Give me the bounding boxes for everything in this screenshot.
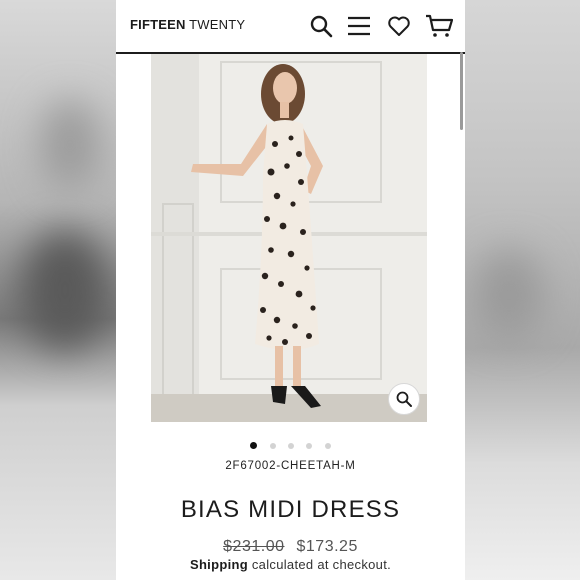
original-price: $231.00 xyxy=(223,538,285,555)
blurred-background-left xyxy=(0,0,116,580)
pagination-dot-3[interactable] xyxy=(288,443,294,449)
blurred-background-right xyxy=(464,0,580,580)
zoom-icon xyxy=(396,391,412,407)
product-price: $231.00 $173.25 xyxy=(116,538,465,556)
pagination-dot-4[interactable] xyxy=(306,443,313,449)
shipping-link[interactable]: Shipping xyxy=(190,557,248,572)
heart-icon[interactable] xyxy=(387,14,411,38)
pagination-dot-2[interactable] xyxy=(269,443,276,449)
product-title: BIAS MIDI DRESS xyxy=(180,496,401,523)
cart-icon[interactable] xyxy=(425,14,453,38)
logo-light-text: TWENTY xyxy=(189,17,246,32)
product-page: FIFTEEN TWENTY 2F67002-CHEETAH-M BIAS MI… xyxy=(116,0,465,580)
shipping-text: calculated at checkout. xyxy=(247,557,392,572)
pagination-dot-5[interactable] xyxy=(324,443,331,449)
sale-price: $173.25 xyxy=(296,538,358,555)
scrollbar[interactable] xyxy=(460,52,463,130)
logo-bold-text: FIFTEEN xyxy=(130,17,186,32)
pagination-dot-1[interactable] xyxy=(250,442,258,449)
site-logo[interactable]: FIFTEEN TWENTY xyxy=(130,17,245,32)
image-pagination xyxy=(116,436,465,454)
site-header: FIFTEEN TWENTY xyxy=(116,0,465,54)
zoom-button[interactable] xyxy=(388,383,420,415)
shipping-note: Shipping calculated at checkout. xyxy=(116,557,465,572)
search-icon[interactable] xyxy=(309,14,333,38)
menu-icon[interactable] xyxy=(347,14,371,38)
product-sku: 2F67002-CHEETAH-M xyxy=(225,460,356,472)
product-image[interactable] xyxy=(151,54,427,422)
